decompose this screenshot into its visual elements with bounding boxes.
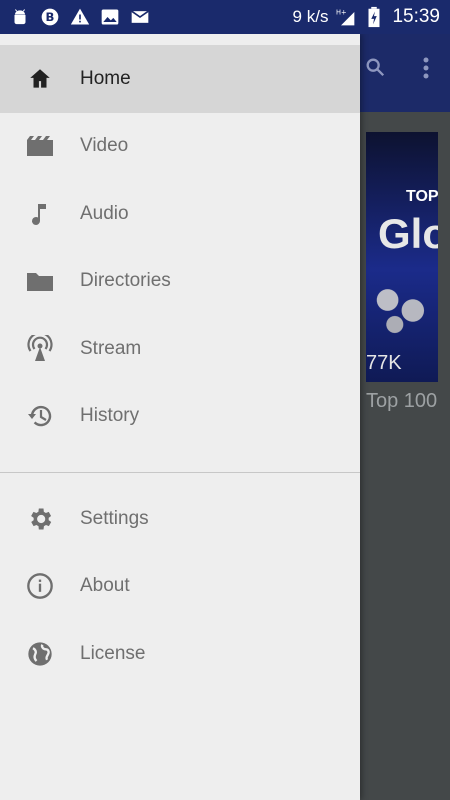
drawer-item-license[interactable]: License (0, 620, 360, 688)
drawer-item-label: Video (80, 135, 129, 157)
drawer-divider (0, 472, 360, 473)
drawer-item-label: Directories (80, 270, 171, 292)
status-bar: B 9 k/s H+ 15:39 (0, 0, 450, 34)
mail-icon (130, 7, 150, 27)
drawer-item-video[interactable]: Video (0, 113, 360, 181)
movie-icon (0, 134, 80, 158)
home-icon (0, 66, 80, 92)
android-icon (10, 7, 30, 27)
drawer-item-home[interactable]: Home (0, 45, 360, 113)
folder-icon (0, 269, 80, 293)
video-thumbnail[interactable]: TOP Glo 77K (366, 132, 438, 382)
drawer-item-stream[interactable]: Stream (0, 315, 360, 383)
drawer-item-label: Audio (80, 202, 129, 224)
drawer-item-label: License (80, 642, 146, 664)
drawer-item-label: History (80, 405, 140, 427)
view-count: 77K (366, 352, 402, 374)
info-icon (0, 572, 80, 600)
drawer-item-history[interactable]: History (0, 383, 360, 451)
drawer-item-about[interactable]: About (0, 553, 360, 621)
drawer-item-settings[interactable]: Settings (0, 485, 360, 553)
overflow-menu-icon[interactable] (422, 56, 430, 80)
network-speed: 9 k/s (292, 7, 329, 26)
video-title[interactable]: Top 100 (366, 390, 437, 413)
drawer-item-label: Settings (80, 507, 149, 529)
thumbnail-banner-big: Glo (378, 210, 438, 257)
svg-text:H+: H+ (336, 9, 347, 17)
svg-text:B: B (46, 10, 55, 24)
gear-icon (0, 505, 80, 533)
warning-icon (70, 7, 90, 27)
bitcoin-icon: B (40, 7, 60, 27)
drawer-item-audio[interactable]: Audio (0, 180, 360, 248)
stream-antenna-icon (0, 334, 80, 363)
search-icon[interactable] (364, 56, 386, 80)
history-icon (0, 402, 80, 430)
image-icon (100, 7, 120, 27)
thumbnail-banner-small: TOP (406, 188, 438, 205)
signal-icon: H+ (336, 7, 356, 27)
world-map-image (366, 272, 438, 342)
music-note-icon (0, 201, 80, 227)
navigation-drawer: Home Video Audio Directories Stream Hist… (0, 34, 360, 800)
globe-icon (0, 640, 80, 668)
battery-charging-icon (364, 6, 384, 28)
drawer-item-label: About (80, 575, 130, 597)
drawer-item-label: Home (80, 67, 131, 89)
drawer-item-label: Stream (80, 337, 142, 359)
drawer-item-directories[interactable]: Directories (0, 248, 360, 316)
clock: 15:39 (392, 6, 440, 27)
